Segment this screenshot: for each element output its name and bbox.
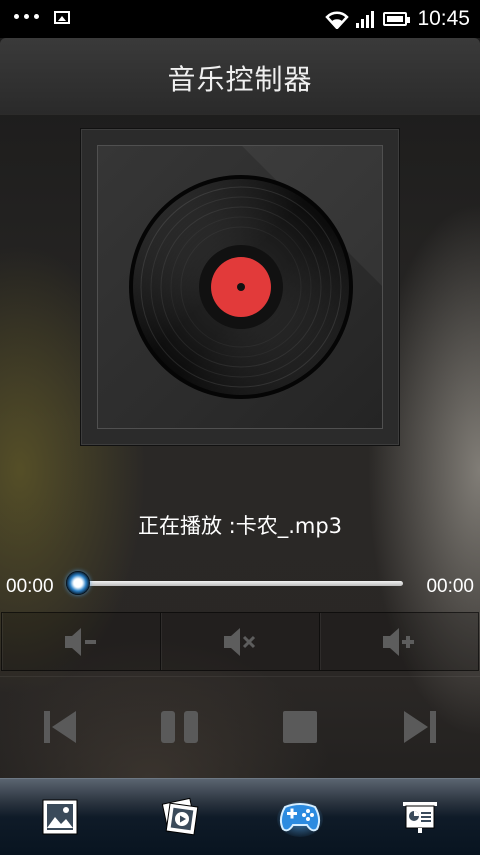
vinyl-record-icon [129, 175, 353, 399]
progress-thumb[interactable] [66, 571, 90, 595]
pause-button[interactable] [150, 697, 210, 757]
image-icon [42, 799, 78, 835]
current-time: 00:00 [6, 576, 54, 597]
video-photos-icon [161, 797, 199, 836]
nav-presentation[interactable] [390, 787, 450, 847]
album-art [80, 128, 400, 446]
presentation-icon [403, 802, 437, 833]
wifi-icon [325, 11, 350, 29]
previous-button[interactable] [30, 697, 90, 757]
total-time: 00:00 [426, 576, 474, 597]
status-right: 10:45 [325, 6, 470, 32]
bottom-nav [0, 778, 480, 855]
volume-down-icon [65, 627, 96, 656]
volume-up-button[interactable] [320, 613, 478, 670]
status-bar: 10:45 [0, 0, 480, 38]
battery-icon [383, 12, 411, 26]
stop-button[interactable] [270, 697, 330, 757]
gamepad-icon [277, 801, 323, 837]
volume-down-button[interactable] [2, 613, 161, 670]
nav-gallery[interactable] [30, 787, 90, 847]
header: 音乐控制器 [0, 38, 480, 114]
pause-icon [161, 711, 198, 743]
nav-video[interactable] [150, 787, 210, 847]
more-dots-icon [14, 14, 39, 19]
status-time: 10:45 [417, 7, 470, 30]
skip-previous-icon [44, 711, 76, 743]
progress-bar[interactable] [76, 581, 403, 586]
stop-icon [283, 711, 317, 743]
page-title: 音乐控制器 [167, 63, 313, 96]
skip-next-icon [404, 711, 436, 743]
mute-button[interactable] [161, 613, 320, 670]
volume-controls [1, 612, 479, 671]
image-notification-icon [54, 11, 70, 24]
now-playing-text: 正在播放 :卡农_.mp3 [137, 514, 343, 538]
signal-icon [356, 11, 375, 28]
next-button[interactable] [390, 697, 450, 757]
transport-controls [0, 676, 480, 777]
volume-up-icon [383, 627, 414, 656]
nav-games[interactable] [270, 787, 330, 847]
mute-icon [224, 627, 256, 656]
album-cover [97, 145, 383, 429]
